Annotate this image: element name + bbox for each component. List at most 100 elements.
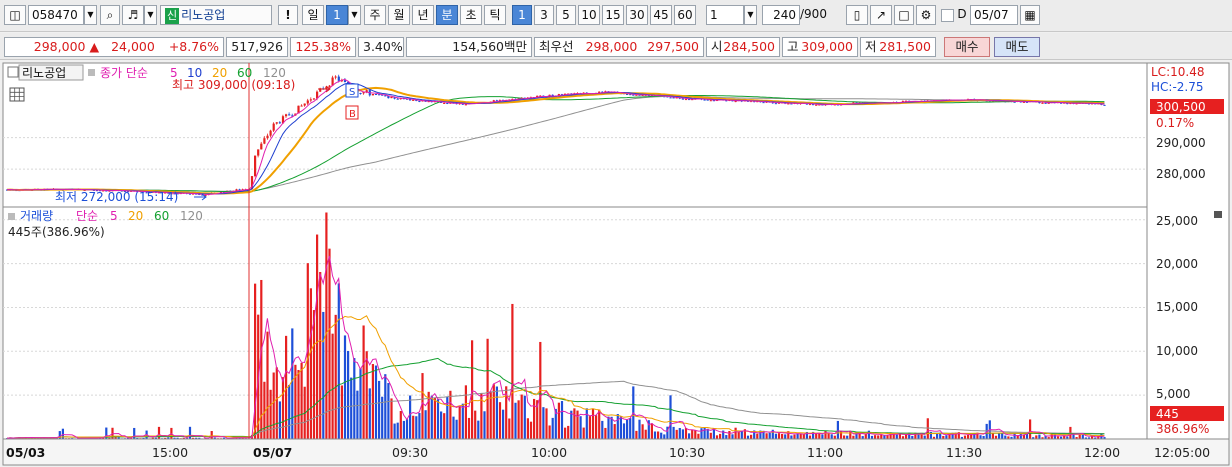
search-icon[interactable]: ⌕: [100, 5, 120, 25]
stock-chart-window: ◫ 058470 ▼ ⌕ ♬ ▼ 신 리노공업 ! 일 1 ▼ 주 월 년 분 초…: [0, 0, 1232, 467]
sell-marker-label: S: [349, 87, 355, 98]
volume-bar-up: [675, 429, 678, 439]
volume-bar-up: [157, 426, 161, 439]
speaker-icon[interactable]: ♬: [122, 5, 144, 25]
volume-bar-up: [492, 384, 495, 439]
volume-bar-down: [374, 365, 378, 439]
candle-down: [288, 114, 291, 116]
volume-bar-down: [378, 380, 381, 439]
period-second-button[interactable]: 초: [460, 5, 482, 25]
volume-bar-down: [1004, 435, 1007, 439]
interval-30-button[interactable]: 30: [626, 5, 648, 25]
volume-bar-down: [616, 414, 619, 439]
gear-icon[interactable]: ⚙: [916, 5, 936, 25]
volume-bar-down: [672, 426, 675, 439]
up-arrow-icon: ▲: [89, 39, 100, 54]
candle-type-icon[interactable]: ▯: [846, 5, 868, 25]
volume-bar-down: [579, 416, 582, 439]
period-month-button[interactable]: 월: [388, 5, 410, 25]
volume-bar-up: [824, 430, 827, 439]
panel-maximize-icon[interactable]: [1214, 211, 1222, 218]
volume-bar-up: [719, 433, 722, 439]
stock-code-input[interactable]: 058470: [28, 5, 84, 25]
price-change-pct: +8.76%: [168, 39, 219, 54]
speaker-dropdown-icon[interactable]: ▼: [144, 5, 157, 25]
calendar-icon[interactable]: ▦: [1020, 5, 1040, 25]
volume-bar-up: [948, 434, 951, 439]
candle-down: [1044, 102, 1047, 104]
interval-5-button[interactable]: 5: [556, 5, 576, 25]
stock-code-dropdown-icon[interactable]: ▼: [84, 5, 97, 25]
volume-bar-down: [1081, 434, 1084, 439]
volume-bar-down: [746, 435, 750, 439]
vol-ma120-legend: 120: [180, 209, 203, 223]
volume-bar-down: [660, 432, 663, 439]
volume-bar-up: [474, 410, 477, 439]
volume-bar-up: [573, 408, 576, 439]
volume-bar-down: [1001, 433, 1004, 439]
interval-dropdown-icon[interactable]: ▼: [744, 5, 757, 25]
price-legend-checkbox[interactable]: [7, 66, 19, 78]
volume-bar-down: [836, 420, 839, 439]
save-icon[interactable]: □: [894, 5, 914, 25]
volume-bar-down: [917, 434, 920, 439]
volume-bar-up: [777, 433, 781, 439]
period-tick-button[interactable]: 틱: [484, 5, 506, 25]
interval-15-button[interactable]: 15: [602, 5, 624, 25]
volume-bar-down: [725, 435, 728, 439]
volume-bar-down: [291, 328, 294, 439]
interval-10-button[interactable]: 10: [578, 5, 600, 25]
volume-bar-up: [827, 432, 830, 439]
volume-bar-up: [443, 413, 446, 439]
bar-count-input[interactable]: 240: [762, 5, 800, 25]
chart-menu-icon[interactable]: ◫: [4, 5, 26, 25]
candle-up: [815, 104, 818, 106]
volume-bar-down: [418, 413, 421, 439]
volume-bar-up: [728, 431, 731, 439]
candle-down: [384, 95, 387, 97]
x-label-1200: 12:00: [1084, 445, 1120, 460]
volume-bar-up: [737, 431, 740, 439]
buy-button[interactable]: 매수: [944, 37, 990, 57]
volume-panel[interactable]: [2, 206, 1148, 440]
candle-up: [260, 143, 263, 150]
candle-down: [418, 100, 421, 102]
candle-down: [681, 98, 684, 100]
chart-area[interactable]: 리노공업 종가 단순 5 10 20 60 120 최고 309,000 (09…: [0, 61, 1232, 467]
volume-bar-down: [409, 395, 412, 439]
volume-bar-up: [657, 431, 660, 439]
candle-up: [684, 99, 688, 101]
table-grid-icon[interactable]: [9, 87, 25, 102]
candle-down: [669, 97, 672, 99]
period-dropdown-icon[interactable]: ▼: [348, 5, 361, 25]
interval-input[interactable]: 1: [706, 5, 744, 25]
interval-45-button[interactable]: 45: [650, 5, 672, 25]
volume-ratio: 125.38%: [290, 37, 356, 57]
date-checkbox[interactable]: [941, 9, 954, 22]
alert-button[interactable]: !: [278, 5, 298, 25]
period-week-button[interactable]: 주: [364, 5, 386, 25]
stock-name: 리노공업: [181, 8, 226, 22]
volume-bar-up: [266, 331, 269, 439]
volume-bar-up: [567, 425, 570, 439]
period-day-button[interactable]: 일: [302, 5, 324, 25]
bar-count-total: /900: [800, 7, 827, 21]
interval-1-button[interactable]: 1: [512, 5, 532, 25]
candle-up: [464, 104, 467, 106]
candle-up: [275, 122, 278, 124]
volume-bar-up: [1050, 434, 1053, 439]
trendline-icon[interactable]: ↗: [870, 5, 892, 25]
volume-bar-down: [821, 434, 824, 439]
period-minute-button[interactable]: 분: [436, 5, 458, 25]
interval-3-button[interactable]: 3: [534, 5, 554, 25]
interval-60-button[interactable]: 60: [674, 5, 696, 25]
date-input[interactable]: 05/07: [970, 5, 1018, 25]
sell-button[interactable]: 매도: [994, 37, 1040, 57]
volume-bar-up: [808, 435, 812, 439]
vol-tick-25000: 25,000: [1156, 214, 1198, 228]
volume-bar-down: [483, 411, 486, 439]
period-day-count[interactable]: 1: [326, 5, 348, 25]
stock-name-field[interactable]: 신 리노공업: [160, 5, 272, 25]
period-year-button[interactable]: 년: [412, 5, 434, 25]
volume-bar-down: [455, 419, 458, 439]
